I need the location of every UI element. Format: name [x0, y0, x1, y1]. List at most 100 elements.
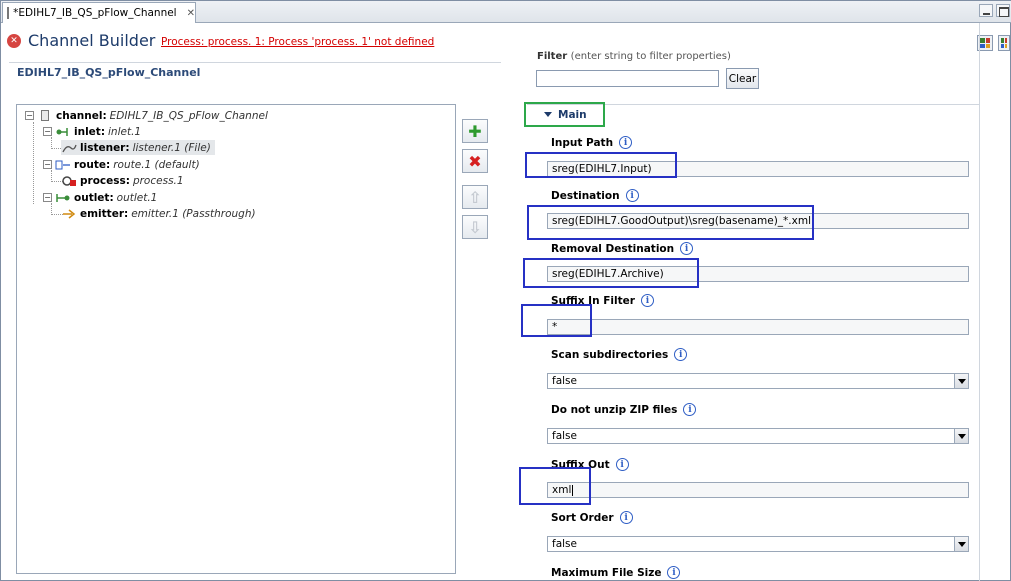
tree-item-route[interactable]: − route: route.1 (default) [43, 157, 200, 172]
suffix-out-field[interactable]: xml [547, 482, 969, 498]
info-icon[interactable]: i [615, 458, 629, 471]
chevron-down-icon[interactable] [954, 374, 968, 388]
file-icon [7, 7, 10, 19]
info-icon[interactable]: i [640, 294, 654, 307]
property-label: Sort Order [551, 511, 614, 524]
property-label: Input Path [551, 136, 614, 149]
tree-item-label: inlet: [74, 125, 106, 138]
collapse-icon[interactable]: − [43, 127, 52, 136]
info-icon[interactable]: i [667, 566, 681, 579]
select-value: false [552, 430, 577, 442]
tree-item-value: inlet.1 [108, 125, 142, 138]
listener-icon [61, 142, 77, 154]
section-label: Main [558, 108, 587, 121]
sort-order-label: Sort Order i [551, 511, 633, 524]
suffix-in-filter-field[interactable]: * [547, 319, 969, 335]
scan-subdirectories-label: Scan subdirectories i [551, 348, 688, 361]
layout-list-icon[interactable] [998, 35, 1010, 51]
delete-icon: ✖ [468, 151, 482, 171]
add-button[interactable]: ✚ [462, 119, 488, 143]
editor-tab-title: *EDIHL7_IB_QS_pFlow_Channel [13, 7, 177, 19]
error-icon: ✕ [7, 34, 21, 48]
tree-item-value: process.1 [132, 174, 184, 187]
filter-title: Filter [537, 51, 568, 62]
channel-icon [41, 110, 49, 121]
chevron-down-icon[interactable] [954, 429, 968, 443]
delete-button[interactable]: ✖ [462, 149, 488, 173]
page-title: Channel Builder [28, 31, 156, 50]
collapse-icon[interactable]: − [25, 111, 34, 120]
tree-connector [33, 122, 34, 204]
property-label: Removal Destination [551, 242, 675, 255]
property-label: Scan subdirectories [551, 348, 669, 361]
tree-item-value: route.1 (default) [113, 158, 200, 171]
tree-item-value: emitter.1 (Passthrough) [131, 207, 256, 220]
property-label: Do not unzip ZIP files [551, 403, 678, 416]
editor-tab-strip: *EDIHL7_IB_QS_pFlow_Channel ✕ [1, 1, 1011, 23]
inlet-icon [55, 126, 71, 138]
tree-item-value: EDIHL7_IB_QS_pFlow_Channel [109, 109, 268, 122]
info-icon[interactable]: i [625, 189, 639, 202]
scan-subdirectories-select[interactable]: false [547, 373, 969, 389]
sort-order-select[interactable]: false [547, 536, 969, 552]
highlight-box [519, 467, 591, 505]
maximize-button[interactable] [996, 4, 1010, 17]
highlight-box [527, 205, 814, 240]
tree-item-label: outlet: [74, 191, 114, 204]
info-icon[interactable]: i [619, 136, 633, 149]
clear-button[interactable]: Clear [726, 68, 759, 89]
tree-item-channel[interactable]: − channel: EDIHL7_IB_QS_pFlow_Channel [25, 108, 268, 123]
info-icon[interactable]: i [619, 511, 633, 524]
tree-item-outlet[interactable]: − outlet: outlet.1 [43, 190, 157, 205]
process-icon [61, 175, 77, 187]
chevron-down-icon[interactable] [954, 537, 968, 551]
tree-item-process[interactable]: process: process.1 [61, 173, 184, 188]
arrow-up-icon: ⇧ [468, 187, 482, 207]
tree-item-emitter[interactable]: emitter: emitter.1 (Passthrough) [61, 206, 256, 221]
maximum-file-size-label: Maximum File Size i [551, 566, 681, 579]
highlight-box [521, 304, 592, 337]
divider [9, 62, 501, 63]
tree-item-label: route: [74, 158, 111, 171]
triangle-down-icon [544, 112, 552, 117]
info-icon[interactable]: i [674, 348, 688, 361]
tree-item-label: listener: [80, 141, 130, 154]
collapse-icon[interactable]: − [43, 193, 52, 202]
panel-edge [979, 23, 980, 581]
main-section-toggle[interactable]: Main [524, 102, 605, 127]
destination-label: Destination i [551, 189, 639, 202]
do-not-unzip-select[interactable]: false [547, 428, 969, 444]
tree-item-inlet[interactable]: − inlet: inlet.1 [43, 124, 141, 139]
error-message-link[interactable]: Process: process. 1: Process 'process. 1… [161, 36, 434, 48]
move-up-button[interactable]: ⇧ [462, 185, 488, 209]
select-value: false [552, 538, 577, 550]
channel-name-heading: EDIHL7_IB_QS_pFlow_Channel [17, 66, 201, 79]
info-icon[interactable]: i [680, 242, 694, 255]
arrow-down-icon: ⇩ [468, 217, 482, 237]
route-icon [55, 159, 71, 171]
outlet-icon [55, 192, 71, 204]
filter-label: Filter (enter string to filter propertie… [537, 51, 731, 62]
select-value: false [552, 375, 577, 387]
minimize-button[interactable] [979, 4, 993, 17]
channel-builder-window: *EDIHL7_IB_QS_pFlow_Channel ✕ ✕ Channel … [0, 0, 1011, 581]
emitter-icon [61, 208, 77, 220]
highlight-box [523, 258, 699, 288]
do-not-unzip-label: Do not unzip ZIP files i [551, 403, 697, 416]
tree-item-label: process: [80, 174, 130, 187]
filter-input[interactable] [536, 70, 719, 87]
move-down-button[interactable]: ⇩ [462, 215, 488, 239]
tree-item-listener[interactable]: listener: listener.1 (File) [61, 140, 215, 155]
collapse-icon[interactable]: − [43, 160, 52, 169]
channel-tree: − channel: EDIHL7_IB_QS_pFlow_Channel − … [16, 104, 456, 574]
tree-item-value: outlet.1 [116, 191, 158, 204]
input-path-label: Input Path i [551, 136, 633, 149]
tree-item-label: emitter: [80, 207, 129, 220]
plus-icon: ✚ [468, 121, 482, 141]
close-icon[interactable]: ✕ [187, 8, 195, 19]
editor-tab[interactable]: *EDIHL7_IB_QS_pFlow_Channel ✕ [2, 2, 196, 23]
info-icon[interactable]: i [683, 403, 697, 416]
tree-item-value: listener.1 (File) [132, 141, 211, 154]
tree-item-label: channel: [56, 109, 107, 122]
filter-hint: (enter string to filter properties) [570, 51, 731, 62]
